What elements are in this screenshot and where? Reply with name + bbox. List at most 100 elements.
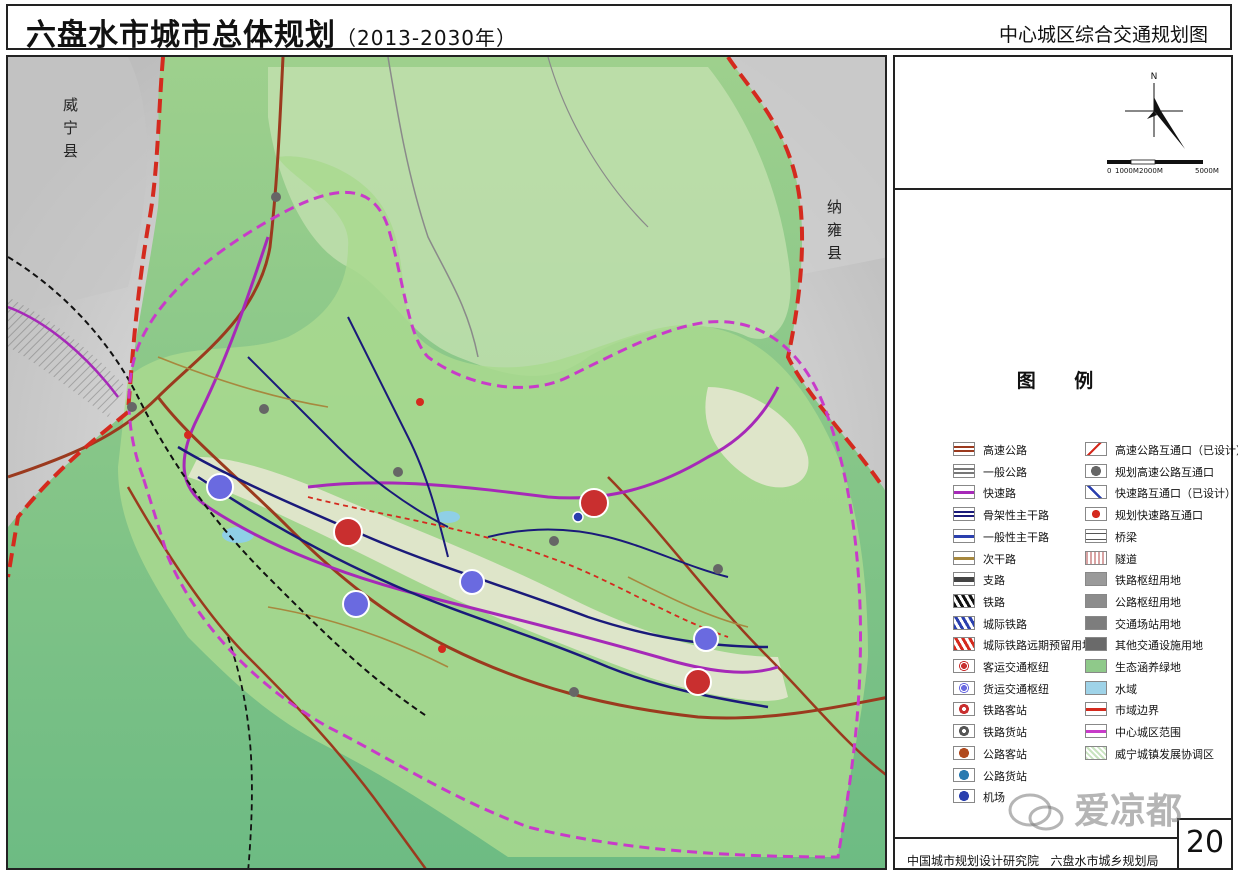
legend-label: 机场 xyxy=(983,791,1005,805)
express-interchange-3[interactable] xyxy=(438,645,446,653)
fill-grey-3-icon xyxy=(1085,615,1107,630)
legend-label: 一般公路 xyxy=(983,465,1027,479)
bridge-icon xyxy=(1085,528,1107,543)
legend-label: 其他交通设施用地 xyxy=(1115,639,1203,653)
scale-bar-seg1 xyxy=(1107,160,1131,164)
page-number: 20 xyxy=(1177,818,1233,870)
interchange-2[interactable] xyxy=(259,404,269,414)
legend-label: 支路 xyxy=(983,574,1005,588)
footer-organizations: 中国城市规划设计研究院 六盘水市城乡规划局 xyxy=(907,852,1158,869)
freight-hub-4[interactable] xyxy=(693,626,719,652)
watermark-text: 爱凉都 xyxy=(1074,791,1183,832)
line-city-boundary-icon xyxy=(1085,702,1107,717)
interchange-5[interactable] xyxy=(569,687,579,697)
dot-grey-icon xyxy=(1085,463,1107,478)
fill-grey-4-icon xyxy=(1085,637,1107,652)
legend-label: 货运交通枢纽 xyxy=(983,682,1049,696)
express-interchange-2[interactable] xyxy=(416,398,424,406)
fill-hatch-coord-icon xyxy=(1085,745,1107,760)
legend-label: 客运交通枢纽 xyxy=(983,661,1049,674)
rail-hatch-red-icon xyxy=(953,637,975,652)
line-purple-icon xyxy=(953,485,975,500)
legend-label: 城际铁路 xyxy=(983,617,1027,631)
station-road-freight-icon xyxy=(953,767,975,782)
line-navy-double-icon xyxy=(953,507,975,522)
hub-red-icon xyxy=(953,659,975,673)
title-years: （2013-2030年） xyxy=(336,26,518,50)
legend-label: 骨架性主干路 xyxy=(983,509,1049,523)
north-letter: N xyxy=(1151,72,1158,82)
freight-hub-2[interactable] xyxy=(342,590,370,618)
county-label-weining: 威宁县 xyxy=(61,97,79,166)
interchange-6[interactable] xyxy=(713,564,723,574)
line-double-grey-icon xyxy=(953,463,975,478)
freight-hub-3[interactable] xyxy=(459,569,485,595)
compass-scale-box: N 0 1000M 2000M 5000M xyxy=(895,57,1231,190)
legend-label: 铁路货站 xyxy=(983,726,1027,740)
line-center-boundary-icon xyxy=(1085,724,1107,739)
interchange-3[interactable] xyxy=(393,467,403,477)
legend-title: 图 例 xyxy=(1016,370,1110,392)
scale-label-0: 0 xyxy=(1107,167,1111,175)
legend-label: 生态涵养绿地 xyxy=(1115,661,1181,674)
legend-panel: N 0 1000M 2000M 5000M 图 例 高速公路 一般公路 快速路 骨架性… xyxy=(893,55,1238,870)
fill-grey-1-icon xyxy=(1085,572,1107,587)
scale-label-2000: 2000M xyxy=(1139,167,1163,175)
wechat-watermark-icon xyxy=(1008,793,1064,831)
legend-label: 规划高速公路互通口 xyxy=(1115,465,1214,479)
map-area[interactable]: 威宁县 纳雍县 xyxy=(6,55,887,870)
express-interchange-1[interactable] xyxy=(184,431,192,439)
legend-label: 快速路 xyxy=(983,487,1016,501)
org-name-1: 中国城市规划设计研究院 xyxy=(907,854,1040,868)
title-text: 六盘水市城市总体规划 xyxy=(26,18,336,53)
legend-label: 快速路互通口（已设计） xyxy=(1115,487,1236,501)
passenger-hub-2[interactable] xyxy=(579,488,609,518)
legend-label: 中心城区范围 xyxy=(1115,726,1181,740)
station-rail-pass-icon xyxy=(953,702,975,717)
rail-hatch-black-icon xyxy=(953,593,975,608)
rail-hatch-blue-icon xyxy=(953,615,975,630)
legend-label: 威宁城镇发展协调区 xyxy=(1115,747,1214,761)
hill-ridge-nw xyxy=(8,57,147,317)
fill-green-icon xyxy=(1085,659,1107,673)
interchange-designed-icon xyxy=(1085,442,1107,456)
legend-label: 铁路枢纽用地 xyxy=(1115,574,1181,588)
station-rail-freight-icon xyxy=(953,724,975,739)
water-body-1 xyxy=(222,527,254,543)
legend-label: 交通场站用地 xyxy=(1115,617,1181,631)
station-road-pass-icon xyxy=(953,745,975,760)
interchange-7[interactable] xyxy=(271,192,281,202)
map-title: 六盘水市城市总体规划（2013-2030年） xyxy=(26,10,517,54)
fill-water-icon xyxy=(1085,680,1107,695)
header-bar: 六盘水市城市总体规划（2013-2030年） 中心城区综合交通规划图 xyxy=(6,4,1232,53)
legend-label: 公路货站 xyxy=(983,769,1027,783)
legend-label: 高速公路互通口（已设计） xyxy=(1115,444,1238,457)
hub-blue-icon xyxy=(953,680,975,695)
legend-label: 隧道 xyxy=(1115,552,1137,566)
legend-label: 市域边界 xyxy=(1115,704,1159,718)
legend-label: 城际铁路远期预留用地 xyxy=(983,639,1093,653)
tunnel-icon xyxy=(1085,550,1107,565)
legend-label: 公路客站 xyxy=(983,747,1027,761)
map-canvas xyxy=(8,57,885,868)
freight-hub-1[interactable] xyxy=(206,473,234,501)
line-blue-icon xyxy=(953,528,975,543)
map-subtitle: 中心城区综合交通规划图 xyxy=(998,24,1208,46)
line-olive-icon xyxy=(953,550,975,565)
legend-label: 公路枢纽用地 xyxy=(1115,595,1181,609)
passenger-hub-3[interactable] xyxy=(684,668,712,696)
interchange-express-icon xyxy=(1085,485,1107,500)
scale-label-5000: 5000M xyxy=(1195,167,1219,175)
legend-label: 次干路 xyxy=(983,552,1016,566)
legend-label: 一般性主干路 xyxy=(983,530,1049,544)
legend-label: 铁路客站 xyxy=(983,704,1027,718)
passenger-hub-1[interactable] xyxy=(333,517,363,547)
legend-label: 水域 xyxy=(1115,682,1137,696)
line-dark-grey-icon xyxy=(953,572,975,587)
compass-arrow-icon xyxy=(1154,97,1185,149)
interchange-1[interactable] xyxy=(127,402,137,412)
line-double-brown-icon xyxy=(953,442,975,456)
dot-red-icon xyxy=(1085,507,1107,522)
interchange-4[interactable] xyxy=(549,536,559,546)
airport-icon[interactable] xyxy=(572,511,584,523)
